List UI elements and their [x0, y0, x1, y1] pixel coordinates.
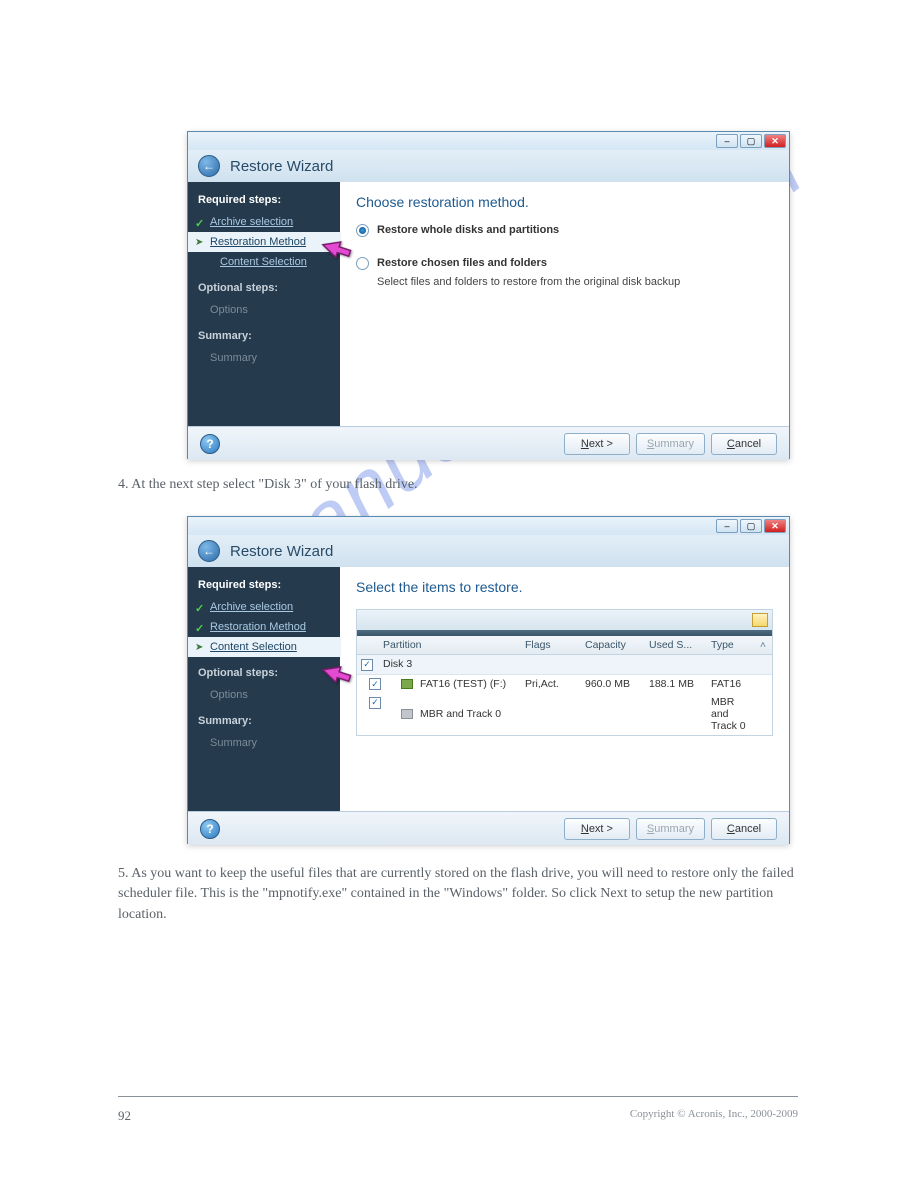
- close-button[interactable]: ✕: [764, 134, 786, 148]
- summary-button: Summary: [636, 433, 705, 455]
- step-text-4: 4. At the next step select "Disk 3" of y…: [118, 475, 568, 495]
- maximize-button[interactable]: ▢: [740, 134, 762, 148]
- restore-wizard-window-2: – ▢ ✕ ← Restore Wizard Required steps: ✓…: [187, 516, 790, 844]
- arrow-icon: ➤: [195, 642, 203, 653]
- window-title: Restore Wizard: [230, 543, 333, 560]
- sidebar-optional-header: Optional steps:: [188, 278, 340, 300]
- cell-partition: MBR and Track 0: [420, 708, 501, 720]
- cancel-button[interactable]: Cancel: [711, 818, 777, 840]
- cell-type: MBR and Track 0: [707, 693, 754, 735]
- check-icon: ✓: [195, 217, 204, 230]
- sidebar-item-options[interactable]: Options: [188, 300, 340, 320]
- panel-heading: Select the items to restore.: [356, 579, 773, 595]
- cell-flags: Pri,Act.: [521, 675, 581, 694]
- radio-icon[interactable]: [356, 257, 369, 270]
- cell-used: [645, 693, 707, 735]
- sidebar-optional-header: Optional steps:: [188, 663, 340, 685]
- help-icon[interactable]: ?: [200, 819, 220, 839]
- minimize-button[interactable]: –: [716, 134, 738, 148]
- next-button[interactable]: Next >: [564, 818, 630, 840]
- page-number: 92: [118, 1108, 131, 1124]
- restore-wizard-window-1: – ▢ ✕ ← Restore Wizard Required steps: ✓…: [187, 131, 790, 459]
- title-bar: ← Restore Wizard: [188, 150, 789, 182]
- wizard-content-panel: Choose restoration method. Restore whole…: [340, 182, 789, 426]
- cell-used: 188.1 MB: [645, 675, 707, 694]
- cell-partition: FAT16 (TEST) (F:): [420, 678, 506, 690]
- wizard-content-panel: Select the items to restore. Partition F: [340, 567, 789, 811]
- sidebar-item-archive-selection[interactable]: ✓Archive selection: [188, 212, 340, 232]
- sidebar-item-restoration-method[interactable]: ✓Restoration Method: [188, 617, 340, 637]
- radio-icon[interactable]: [356, 224, 369, 237]
- checkbox[interactable]: ✓: [361, 659, 373, 671]
- table-row[interactable]: ✓ FAT16 (TEST) (F:) Pri,Act. 960.0 MB 18…: [357, 675, 772, 694]
- radio-description: Select files and folders to restore from…: [377, 276, 773, 288]
- radio-label: Restore chosen files and folders: [377, 257, 547, 269]
- sidebar-required-header: Required steps:: [188, 575, 340, 597]
- step-text-5: 5. As you want to keep the useful files …: [118, 864, 798, 925]
- wizard-sidebar: Required steps: ✓Archive selection ✓Rest…: [188, 567, 340, 811]
- sidebar-item-options[interactable]: Options: [188, 685, 340, 705]
- back-icon[interactable]: ←: [198, 540, 220, 562]
- partition-icon: [401, 679, 413, 689]
- cell-capacity: [581, 693, 645, 735]
- wizard-sidebar: Required steps: ✓Archive selection ➤Rest…: [188, 182, 340, 426]
- close-button[interactable]: ✕: [764, 519, 786, 533]
- sidebar-required-header: Required steps:: [188, 190, 340, 212]
- sidebar-item-content-selection[interactable]: ➤Content Selection: [188, 637, 341, 657]
- col-partition[interactable]: Partition: [379, 636, 521, 654]
- back-icon[interactable]: ←: [198, 155, 220, 177]
- disk-group-row[interactable]: ✓ Disk 3: [357, 655, 772, 675]
- window-title: Restore Wizard: [230, 158, 333, 175]
- table-toolbar: [357, 610, 772, 630]
- col-capacity[interactable]: Capacity: [581, 636, 645, 654]
- disk-label: Disk 3: [379, 655, 521, 674]
- window-controls: – ▢ ✕: [188, 132, 789, 150]
- partition-table: Partition Flags Capacity Used S... Type …: [356, 609, 773, 736]
- col-flags[interactable]: Flags: [521, 636, 581, 654]
- sidebar-item-archive-selection[interactable]: ✓Archive selection: [188, 597, 340, 617]
- sidebar-item-restoration-method[interactable]: ➤Restoration Method: [188, 232, 341, 252]
- radio-restore-whole[interactable]: Restore whole disks and partitions: [356, 224, 773, 237]
- help-icon[interactable]: ?: [200, 434, 220, 454]
- footer-divider: [118, 1096, 798, 1097]
- wizard-footer: ? Next > Summary Cancel: [188, 426, 789, 460]
- sidebar-summary-header: Summary:: [188, 326, 340, 348]
- cell-capacity: 960.0 MB: [581, 675, 645, 694]
- table-row[interactable]: ✓ MBR and Track 0 MBR and Track 0: [357, 693, 772, 735]
- radio-restore-files[interactable]: Restore chosen files and folders: [356, 257, 773, 270]
- maximize-button[interactable]: ▢: [740, 519, 762, 533]
- title-bar: ← Restore Wizard: [188, 535, 789, 567]
- cell-type: FAT16: [707, 675, 754, 694]
- col-used[interactable]: Used S...: [645, 636, 707, 654]
- check-icon: ✓: [195, 602, 204, 615]
- arrow-icon: ➤: [195, 237, 203, 248]
- sidebar-summary-header: Summary:: [188, 711, 340, 733]
- cell-flags: [521, 693, 581, 735]
- cancel-button[interactable]: Cancel: [711, 433, 777, 455]
- table-header-row: Partition Flags Capacity Used S... Type …: [357, 636, 772, 655]
- col-type[interactable]: Type: [707, 636, 754, 654]
- minimize-button[interactable]: –: [716, 519, 738, 533]
- summary-button: Summary: [636, 818, 705, 840]
- next-button[interactable]: Next >: [564, 433, 630, 455]
- wizard-footer: ? Next > Summary Cancel: [188, 811, 789, 845]
- copyright-text: Copyright © Acronis, Inc., 2000-2009: [630, 1108, 798, 1120]
- sidebar-item-content-selection[interactable]: Content Selection: [188, 252, 340, 272]
- partition-icon: [401, 709, 413, 719]
- columns-button-icon[interactable]: [752, 613, 768, 627]
- panel-heading: Choose restoration method.: [356, 194, 773, 210]
- sidebar-item-summary[interactable]: Summary: [188, 733, 340, 753]
- collapse-icon[interactable]: ˄: [754, 636, 772, 654]
- check-icon: ✓: [195, 622, 204, 635]
- radio-label: Restore whole disks and partitions: [377, 224, 559, 236]
- sidebar-item-summary[interactable]: Summary: [188, 348, 340, 368]
- window-controls: – ▢ ✕: [188, 517, 789, 535]
